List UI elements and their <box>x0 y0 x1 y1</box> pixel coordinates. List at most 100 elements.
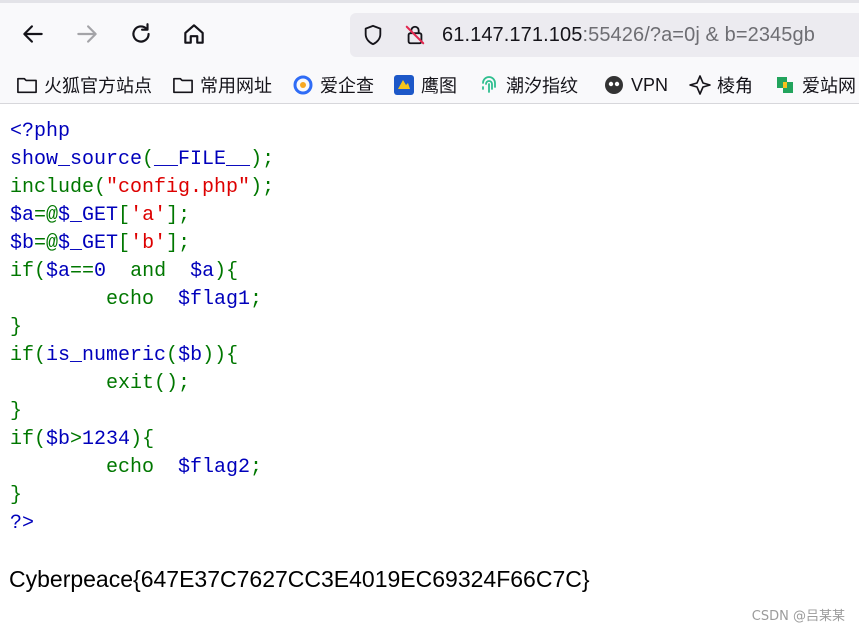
code-line: if($b>1234){ <box>10 428 154 451</box>
code-token: $flag2 <box>178 456 251 479</box>
bookmark-label: 火狐官方站点 <box>44 76 152 96</box>
home-icon <box>184 24 204 44</box>
code-token: echo <box>10 456 179 479</box>
code-token: show_source <box>10 148 143 171</box>
url-host: 61.147.171.105 <box>442 24 583 46</box>
folder-icon <box>172 74 194 96</box>
bookmark-aizhan[interactable]: 爱站网 <box>774 72 856 98</box>
code-token: $_GET <box>58 204 119 227</box>
code-token: ; <box>250 288 263 311</box>
code-line: <?php <box>10 120 70 143</box>
csdn-watermark: CSDN @吕某某 <box>751 609 845 624</box>
code-token: $_GET <box>58 232 119 255</box>
code-token: $b <box>178 344 203 367</box>
url-path: :55426/?a=0j & b=2345gb <box>582 24 815 46</box>
bookmark-label: VPN <box>631 74 669 95</box>
code-token: (); <box>154 372 191 395</box>
code-line: echo $flag1; <box>10 288 262 311</box>
bookmark-label: 鹰图 <box>421 76 457 96</box>
lengjiao-icon <box>689 74 711 96</box>
code-token: and <box>130 260 191 283</box>
bookmark-label: 常用网址 <box>200 76 272 96</box>
code-token: ); <box>250 148 275 171</box>
code-token: 'b' <box>130 232 167 255</box>
bookmark-label: 爱企查 <box>320 76 374 96</box>
bookmark-hunter[interactable]: 鹰图 <box>393 72 457 98</box>
arrow-right-icon <box>77 25 97 43</box>
code-token: ){ <box>214 260 239 283</box>
code-token: ( <box>142 148 155 171</box>
bookmarks-bar: 火狐官方站点 常用网址 爱企查 鹰图 潮汐指纹 VPN 棱角 爱站网 <box>0 66 859 104</box>
code-token: ?> <box>10 512 35 535</box>
code-token: [ <box>118 232 131 255</box>
code-token: ){ <box>130 428 155 451</box>
code-line: } <box>10 484 22 507</box>
code-token: =@ <box>34 232 59 255</box>
reload-button[interactable] <box>124 17 158 51</box>
code-token: ]; <box>166 232 191 255</box>
code-token: echo <box>10 288 179 311</box>
code-line: } <box>10 400 22 423</box>
code-line: if($a==0 and $a){ <box>10 260 238 283</box>
bookmark-aiqicha[interactable]: 爱企查 <box>292 72 374 98</box>
code-token: =@ <box>34 204 59 227</box>
code-token: } <box>10 484 23 507</box>
code-token: ; <box>250 456 263 479</box>
code-token: "config.php" <box>106 176 251 199</box>
url-bar[interactable]: 61.147.171.105:55426/?a=0j & b=2345gb <box>350 13 859 57</box>
code-token: $flag1 <box>178 288 251 311</box>
aiqicha-icon <box>292 74 314 96</box>
fingerprint-icon <box>478 74 500 96</box>
code-token: ]; <box>166 204 191 227</box>
reload-icon <box>132 23 150 43</box>
code-token: <?php <box>10 120 71 143</box>
code-token: exit <box>10 372 155 395</box>
bookmark-fingerprint[interactable]: 潮汐指纹 <box>478 72 578 98</box>
code-token: 'a' <box>130 204 167 227</box>
code-token: __FILE__ <box>154 148 251 171</box>
code-token: 0 <box>94 260 131 283</box>
code-token: $b <box>46 428 71 451</box>
code-token: if( <box>10 428 47 451</box>
code-line: echo $flag2; <box>10 456 262 479</box>
code-token: if( <box>10 344 47 367</box>
code-token: 1234 <box>82 428 131 451</box>
bookmark-lengjiao[interactable]: 棱角 <box>689 72 753 98</box>
code-token: ); <box>250 176 275 199</box>
bookmark-vpn[interactable]: VPN <box>603 72 668 98</box>
code-token: > <box>70 428 83 451</box>
code-token: } <box>10 400 23 423</box>
code-line: } <box>10 316 22 339</box>
code-line: $a=@$_GET['a']; <box>10 204 190 227</box>
php-source-code: <?php show_source(__FILE__); include("co… <box>10 118 274 538</box>
code-token: [ <box>118 204 131 227</box>
vpn-icon <box>603 74 625 96</box>
home-button[interactable] <box>177 17 211 51</box>
code-token: $a <box>190 260 215 283</box>
shield-icon[interactable] <box>362 24 384 46</box>
url-text[interactable]: 61.147.171.105:55426/?a=0j & b=2345gb <box>442 24 815 47</box>
code-token: )){ <box>202 344 239 367</box>
code-token: } <box>10 316 23 339</box>
bookmark-label: 棱角 <box>717 76 753 96</box>
code-line: include("config.php"); <box>10 176 274 199</box>
code-token: $a <box>46 260 71 283</box>
bookmark-folder-common[interactable]: 常用网址 <box>172 72 272 98</box>
hunter-icon <box>393 74 415 96</box>
aizhan-icon <box>774 74 796 96</box>
code-line: show_source(__FILE__); <box>10 148 274 171</box>
forward-button[interactable] <box>70 17 104 51</box>
bookmark-label: 爱站网 <box>802 76 856 96</box>
code-token: $a <box>10 204 35 227</box>
arrow-left-icon <box>23 25 43 43</box>
flag-output: Cyberpeace{647E37C7627CC3E4019EC69324F66… <box>9 566 590 592</box>
back-button[interactable] <box>16 17 50 51</box>
bookmark-folder-firefox[interactable]: 火狐官方站点 <box>16 72 152 98</box>
code-line: if(is_numeric($b)){ <box>10 344 238 367</box>
insecure-lock-icon[interactable] <box>404 24 426 46</box>
bookmark-label: 潮汐指纹 <box>506 76 578 96</box>
code-token: include <box>10 176 95 199</box>
code-token: ( <box>166 344 179 367</box>
code-line: $b=@$_GET['b']; <box>10 232 190 255</box>
code-line: exit(); <box>10 372 190 395</box>
